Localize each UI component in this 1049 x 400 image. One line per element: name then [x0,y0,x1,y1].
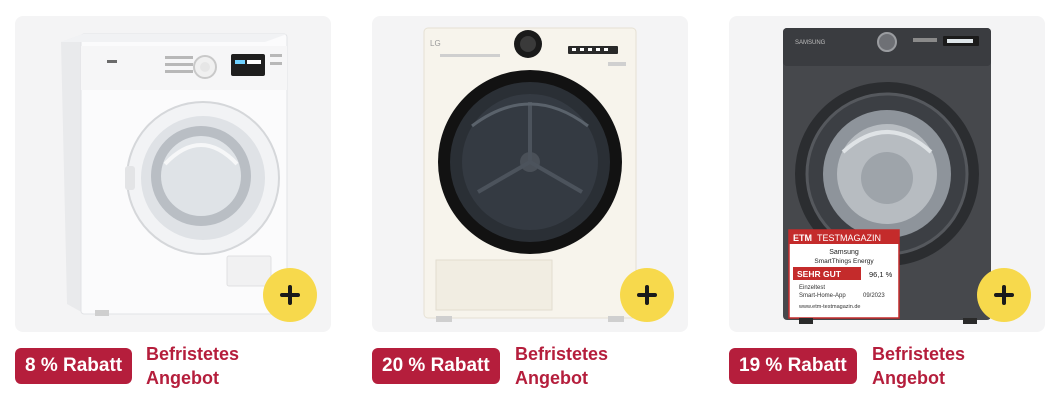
promo-row: 8 % Rabatt Befristetes Angebot [15,342,331,388]
svg-text:SEHR GUT: SEHR GUT [797,269,842,279]
discount-badge: 8 % Rabatt [15,348,133,384]
offer-line-1: Befristetes [872,344,966,364]
product-card-3[interactable]: SAMSUNG ETM TESTMAGAZIN Samsung SmartThi… [729,16,1045,388]
product-image[interactable]: SAMSUNG ETM TESTMAGAZIN Samsung SmartThi… [729,16,1045,332]
svg-text:Smart-Home-App: Smart-Home-App [799,293,846,299]
limited-offer-label: Befristetes Angebot [515,342,665,390]
svg-text:TESTMAGAZIN: TESTMAGAZIN [817,233,881,243]
svg-text:ETM: ETM [793,233,812,243]
promo-row: 19 % Rabatt Befristetes Angebot [729,342,1045,388]
add-to-cart-button[interactable] [263,268,317,322]
offer-line-1: Befristetes [515,344,609,364]
offer-line-1: Befristetes [146,344,240,364]
svg-text:www.etm-testmagazin.de: www.etm-testmagazin.de [798,304,860,310]
product-image[interactable] [15,16,331,332]
discount-badge: 19 % Rabatt [729,348,857,384]
add-to-cart-button[interactable] [620,268,674,322]
offer-line-2: Angebot [146,368,219,388]
limited-offer-label: Befristetes Angebot [146,342,296,390]
brand-logo: SAMSUNG [795,40,826,46]
plus-icon [994,285,1014,305]
plus-icon [637,285,657,305]
discount-badge: 20 % Rabatt [372,348,500,384]
plus-icon [280,285,300,305]
product-card-2[interactable]: LG 20 % Rabatt Befristetes Angebot [372,16,688,388]
svg-text:09/2023: 09/2023 [863,293,885,299]
add-to-cart-button[interactable] [977,268,1031,322]
limited-offer-label: Befristetes Angebot [872,342,1022,390]
product-image[interactable]: LG [372,16,688,332]
promo-row: 20 % Rabatt Befristetes Angebot [372,342,688,388]
offer-line-2: Angebot [872,368,945,388]
offer-line-2: Angebot [515,368,588,388]
svg-text:SmartThings Energy: SmartThings Energy [814,258,874,265]
svg-text:Einzeltest: Einzeltest [799,285,825,291]
test-seal: ETM TESTMAGAZIN Samsung SmartThings Ener… [788,229,900,319]
product-card-1[interactable]: 8 % Rabatt Befristetes Angebot [15,16,331,388]
svg-text:96,1 %: 96,1 % [869,270,893,279]
brand-logo: LG [430,39,441,48]
product-row: 8 % Rabatt Befristetes Angebot LG 20 % R… [0,0,1049,400]
svg-text:Samsung: Samsung [829,249,859,256]
